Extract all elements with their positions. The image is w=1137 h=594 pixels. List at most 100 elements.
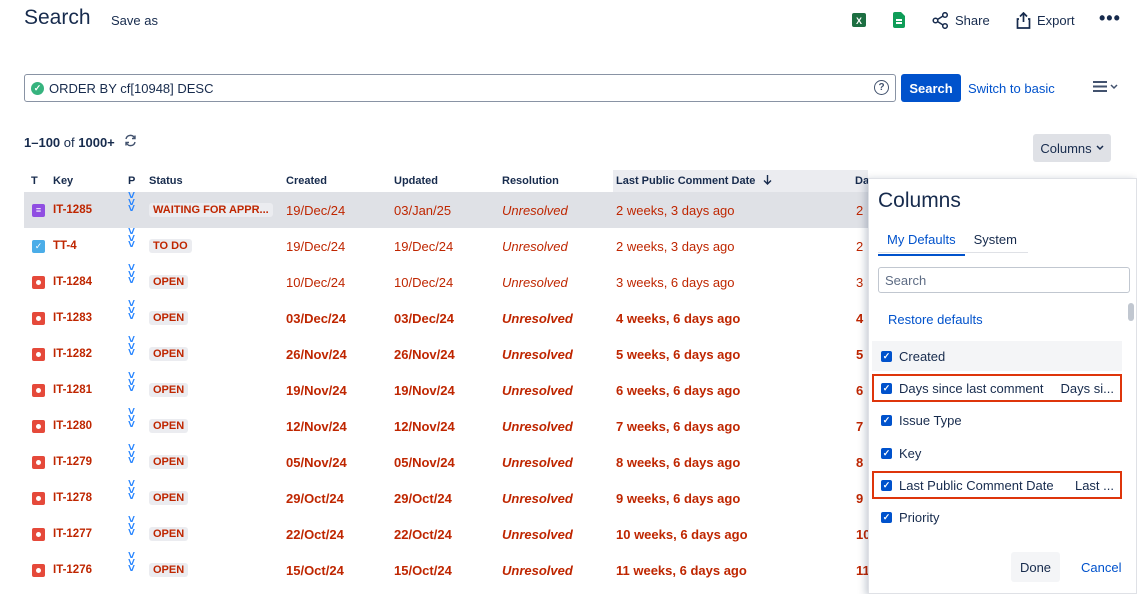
bug-icon [32,563,45,577]
more-options-icon[interactable]: ••• [1099,8,1121,29]
arrow-down-icon [763,175,772,185]
created-cell: 19/Dec/24 [286,202,346,218]
table-row[interactable]: IT-1284 ˅ ˅ ˅ OPEN 10/Dec/24 10/Dec/24 Unresolv… [24,260,868,300]
table-row[interactable]: IT-1279 ˅ ˅ ˅ OPEN 05/Nov/24 05/Nov/24 Unresolv… [24,440,868,480]
issue-key-link[interactable]: IT-1283 [53,300,92,336]
last-comment-cell: 4 weeks, 6 days ago [616,310,741,326]
issue-key-link[interactable]: IT-1285 [53,192,92,228]
column-header-updated[interactable]: Updated [394,175,438,187]
status-cell: OPEN [149,516,189,552]
column-option-label: Priority [899,509,940,525]
column-header-priority[interactable]: P [128,175,135,187]
status-badge: OPEN [149,527,189,541]
issue-key-link[interactable]: IT-1280 [53,408,92,444]
column-header-created[interactable]: Created [286,175,327,187]
issue-key-link[interactable]: IT-1279 [53,444,92,480]
column-header-days[interactable]: Da [855,175,869,187]
table-row[interactable]: ✓ TT-4 ˅ ˅ ˅ TO DO 19/Dec/24 19/Dec/24 Unresolve… [24,225,868,264]
switch-to-basic-link[interactable]: Switch to basic [968,81,1055,96]
table-row[interactable]: IT-1283 ˅ ˅ ˅ OPEN 03/Dec/24 03/Dec/24 Unresolv… [24,297,868,336]
days-cell: 8 [856,454,864,470]
columns-search-input[interactable]: Search [878,267,1130,293]
list-menu-icon [1093,81,1107,92]
issue-key-link[interactable]: IT-1278 [53,480,92,516]
checkbox-checked-icon[interactable]: ✓ [881,382,892,394]
column-option[interactable]: ✓ Last Public Comment Date Last ... [872,471,1122,499]
table-row[interactable]: IT-1281 ˅ ˅ ˅ OPEN 19/Nov/24 19/Nov/24 Unresolv… [24,368,868,408]
updated-cell: 03/Jan/25 [394,202,452,218]
checkbox-checked-icon[interactable]: ✓ [881,447,892,459]
last-comment-cell: 3 weeks, 6 days ago [616,274,735,290]
priority-lowest-icon: ˅ ˅ ˅ [128,440,135,468]
priority-lowest-icon: ˅ ˅ ˅ [128,404,135,432]
updated-cell: 19/Dec/24 [394,238,454,254]
issue-key-link[interactable]: IT-1281 [53,372,92,408]
column-header-resolution[interactable]: Resolution [502,175,559,187]
column-option[interactable]: ✓ Priority [872,503,1122,531]
status-badge: OPEN [149,347,189,361]
resolution-cell: Unresolved [502,526,573,542]
save-as-button[interactable]: Save as [111,13,158,28]
help-icon[interactable]: ? [874,80,889,95]
column-header-last-comment[interactable]: Last Public Comment Date [613,170,868,194]
column-option[interactable]: ✓ Days since last comment Days si... [872,374,1122,402]
cancel-button[interactable]: Cancel [1081,560,1121,575]
restore-defaults-link[interactable]: Restore defaults [888,312,983,327]
table-row[interactable]: IT-1282 ˅ ˅ ˅ OPEN 26/Nov/24 26/Nov/24 Unresolv… [24,332,868,372]
checkbox-checked-icon[interactable]: ✓ [881,479,892,491]
checkbox-checked-icon[interactable]: ✓ [881,350,892,362]
column-header-key[interactable]: Key [53,175,73,187]
priority-lowest-icon: ˅ ˅ ˅ [128,260,135,288]
columns-button[interactable]: Columns [1033,134,1111,162]
status-badge: OPEN [149,419,189,433]
issue-key-link[interactable]: IT-1277 [53,516,92,552]
issue-key-link[interactable]: IT-1282 [53,336,92,372]
bug-icon [32,455,45,469]
resolution-cell: Unresolved [502,562,573,578]
table-row[interactable]: IT-1278 ˅ ˅ ˅ OPEN 29/Oct/24 29/Oct/24 Unresolv… [24,477,868,516]
refresh-icon[interactable] [124,134,137,150]
resolution-cell: Unresolved [502,454,573,470]
updated-cell: 15/Oct/24 [394,562,452,578]
last-comment-cell: 6 weeks, 6 days ago [616,382,741,398]
column-option[interactable]: ✓ Created [872,341,1122,371]
checkbox-checked-icon[interactable]: ✓ [881,414,892,426]
priority-lowest-icon: ˅ ˅ ˅ [128,368,135,396]
table-row[interactable]: IT-1280 ˅ ˅ ˅ OPEN 12/Nov/24 12/Nov/24 Unresolv… [24,404,868,444]
priority-lowest-icon: ˅ ˅ ˅ [128,548,135,576]
days-cell: 6 [856,382,864,398]
table-row[interactable]: ≡ IT-1285 ˅ ˅ ˅ WAITING FOR APPR... 19/Dec/24 0… [24,189,868,228]
issue-key-link[interactable]: IT-1276 [53,552,92,588]
export-button[interactable]: Export [1016,12,1075,29]
share-button[interactable]: Share [932,12,990,29]
column-header-status[interactable]: Status [149,175,183,187]
check-circle-icon: ✓ [31,81,44,95]
layout-menu-button[interactable] [1093,81,1118,92]
options-scrollbar[interactable] [1128,303,1134,321]
table-row[interactable]: IT-1277 ˅ ˅ ˅ OPEN 22/Oct/24 22/Oct/24 Unresolv… [24,513,870,552]
column-option[interactable]: ✓ Key [872,439,1122,467]
resolution-cell: Unresolved [502,274,568,290]
last-comment-cell: 7 weeks, 6 days ago [616,418,741,434]
results-count: 1–100 of 1000+ [24,135,115,150]
excel-icon[interactable]: X [852,12,866,28]
created-cell: 26/Nov/24 [286,346,347,362]
bug-icon [32,311,45,325]
bug-icon [32,347,45,361]
issue-key-link[interactable]: IT-1284 [53,264,92,300]
last-comment-cell: 10 weeks, 6 days ago [616,526,748,542]
google-sheets-icon[interactable] [893,12,907,28]
priority-lowest-icon: ˅ ˅ ˅ [128,332,135,360]
table-row[interactable]: IT-1276 ˅ ˅ ˅ OPEN 15/Oct/24 15/Oct/24 Unresolv… [24,548,870,588]
created-cell: 05/Nov/24 [286,454,347,470]
issue-type-cell [32,336,45,372]
column-option[interactable]: ✓ Issue Type [872,406,1122,434]
jql-query-input[interactable]: ✓ ORDER BY cf[10948] DESC ? [24,74,896,102]
checkbox-checked-icon[interactable]: ✓ [881,511,892,523]
column-header-type[interactable]: T [31,175,38,187]
resolution-cell: Unresolved [502,202,568,218]
search-button[interactable]: Search [901,74,961,102]
issue-key-link[interactable]: TT-4 [53,228,77,264]
columns-panel-title: Columns [878,189,961,212]
done-button[interactable]: Done [1011,552,1060,582]
